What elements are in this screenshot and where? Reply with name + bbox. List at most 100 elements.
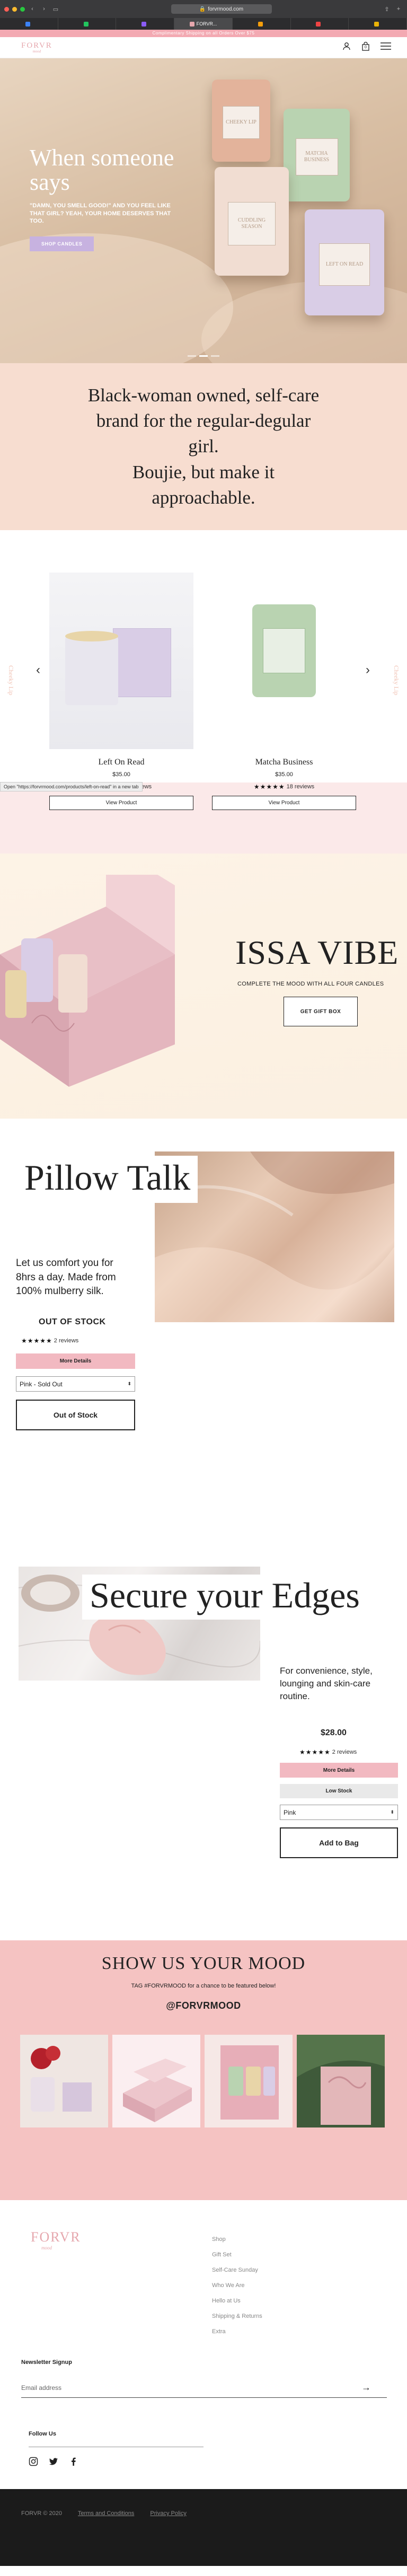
candle-cuddling-season: CUDDLING SEASON	[215, 167, 289, 276]
footer-link-self-care-sunday[interactable]: Self-Care Sunday	[212, 2267, 262, 2273]
footer-logo-subtext: mood	[41, 2245, 52, 2250]
announcement-bar: Complimentary Shipping on all Orders Ove…	[0, 30, 407, 37]
gift-box-section: ISSA VIBE COMPLETE THE MOOD WITH ALL FOU…	[0, 854, 407, 1119]
instagram-post[interactable]	[297, 2035, 385, 2127]
select-arrows-icon: ⬍	[127, 1381, 131, 1386]
footer-link-who-we-are[interactable]: Who We Are	[212, 2282, 262, 2289]
more-details-button[interactable]: More Details	[280, 1763, 398, 1778]
hero-banner: CHEEKY LIP MATCHA BUSINESS CUDDLING SEAS…	[0, 58, 407, 363]
facebook-icon[interactable]	[69, 2457, 78, 2469]
product-name[interactable]: Matcha Business	[212, 758, 356, 767]
logo-subtext: mood	[32, 49, 41, 54]
review-count[interactable]: 2 reviews	[54, 1338, 78, 1344]
more-details-button[interactable]: More Details	[16, 1353, 135, 1369]
back-icon[interactable]: ‹	[28, 6, 37, 12]
forward-icon[interactable]: ›	[40, 6, 48, 12]
hero-title: When someone says	[30, 145, 174, 196]
copyright: FORVR © 2020	[21, 2510, 62, 2517]
product-image[interactable]	[49, 573, 193, 749]
instagram-post[interactable]	[205, 2035, 293, 2127]
carousel-dot[interactable]	[188, 355, 196, 357]
select-arrows-icon: ⬍	[390, 1809, 394, 1815]
carousel-next-icon[interactable]: ›	[366, 663, 370, 678]
bag-icon[interactable]: 0	[361, 41, 370, 54]
shop-candles-button[interactable]: SHOP CANDLES	[30, 236, 94, 252]
newsletter-form: Email address →	[21, 2378, 387, 2398]
variant-select[interactable]: Pink - Sold Out ⬍	[16, 1376, 135, 1392]
newsletter-submit-arrow-icon[interactable]: →	[361, 2382, 371, 2393]
site-header: FORVR mood 0	[0, 37, 407, 58]
logo-text: FORVR	[21, 41, 52, 50]
sidebar-icon[interactable]: ▭	[51, 6, 60, 13]
product-card[interactable]: Left On Read $35.00 ★★★★★ 70 reviews Vie…	[49, 573, 193, 810]
instagram-post[interactable]	[112, 2035, 200, 2127]
get-gift-box-button[interactable]: GET GIFT BOX	[284, 997, 358, 1026]
site-footer: FORVR mood Shop Gift Set Self-Care Sunda…	[0, 2200, 407, 2566]
pillow-talk-title: Pillow Talk	[16, 1156, 198, 1203]
footer-link-shop[interactable]: Shop	[212, 2236, 262, 2243]
carousel-dot[interactable]	[211, 355, 219, 357]
instagram-post[interactable]	[20, 2035, 108, 2127]
product-jar-lid	[65, 631, 118, 641]
terms-link[interactable]: Terms and Conditions	[78, 2510, 134, 2517]
social-links	[29, 2457, 78, 2469]
variant-select[interactable]: Pink ⬍	[280, 1805, 398, 1820]
minimize-window-button[interactable]	[12, 6, 17, 12]
add-to-bag-button[interactable]: Add to Bag	[280, 1827, 398, 1858]
email-field[interactable]: Email address	[21, 2384, 61, 2392]
browser-tab[interactable]	[233, 18, 291, 30]
twitter-icon[interactable]	[49, 2457, 58, 2469]
carousel-prev-icon[interactable]: ‹	[36, 663, 40, 678]
footer-logo-text: FORVR	[31, 2229, 81, 2245]
new-tab-icon[interactable]: +	[394, 6, 403, 12]
gift-box-image[interactable]	[0, 854, 185, 1087]
browser-tab[interactable]: FORVR...	[174, 18, 233, 30]
favicon-icon	[258, 21, 263, 27]
mission-line-2: Boujie, but make it approachable.	[132, 461, 275, 508]
view-product-button[interactable]: View Product	[49, 796, 193, 810]
gift-box-title: ISSA VIBE	[235, 934, 399, 971]
product-jar-shape	[65, 636, 118, 705]
out-of-stock-button[interactable]: Out of Stock	[16, 1400, 135, 1430]
close-window-button[interactable]	[4, 6, 9, 12]
footer-link-shipping-returns[interactable]: Shipping & Returns	[212, 2313, 262, 2319]
browser-tab-label: FORVR...	[196, 21, 217, 27]
star-icons: ★★★★★	[253, 783, 285, 790]
footer-link-hello[interactable]: Hello at Us	[212, 2298, 262, 2304]
product-box-shape	[113, 628, 171, 697]
browser-tab[interactable]	[58, 18, 117, 30]
newsletter-label: Newsletter Signup	[21, 2359, 72, 2366]
footer-link-extra[interactable]: Extra	[212, 2328, 262, 2335]
gift-box-subtitle: COMPLETE THE MOOD WITH ALL FOUR CANDLES	[237, 981, 384, 987]
share-icon[interactable]: ⇪	[383, 6, 391, 13]
candle-matcha-business: MATCHA BUSINESS	[284, 109, 350, 201]
product-image[interactable]	[212, 573, 356, 749]
footer-logo[interactable]: FORVR mood	[31, 2229, 81, 2250]
instagram-handle[interactable]: @FORVRMOOD	[0, 2000, 407, 2011]
carousel-dots	[188, 355, 219, 357]
review-count[interactable]: 2 reviews	[332, 1749, 357, 1755]
product-name[interactable]: Left On Read	[49, 758, 193, 767]
product-price: $28.00	[321, 1728, 347, 1737]
carousel-dot[interactable]	[199, 355, 208, 357]
site-logo[interactable]: FORVR mood	[21, 41, 52, 54]
browser-tab[interactable]	[0, 18, 58, 30]
account-icon[interactable]	[342, 42, 351, 53]
browser-tab[interactable]	[291, 18, 349, 30]
product-price: $35.00	[275, 771, 293, 778]
candle-label: CUDDLING SEASON	[228, 201, 276, 245]
privacy-link[interactable]: Privacy Policy	[150, 2510, 186, 2517]
browser-tab[interactable]	[116, 18, 175, 30]
view-product-button[interactable]: View Product	[212, 796, 356, 810]
menu-icon[interactable]	[381, 42, 391, 52]
product-card[interactable]: Matcha Business $35.00 ★★★★★ 18 reviews …	[212, 573, 356, 810]
instagram-icon[interactable]	[29, 2457, 38, 2469]
product-rating: ★★★★★ 18 reviews	[212, 783, 356, 790]
mission-statement: Black-woman owned, self-care brand for t…	[0, 363, 407, 530]
footer-link-gift-set[interactable]: Gift Set	[212, 2252, 262, 2258]
review-count[interactable]: 18 reviews	[287, 784, 315, 790]
variant-select-value: Pink - Sold Out	[20, 1380, 63, 1388]
browser-tab[interactable]	[349, 18, 407, 30]
address-bar[interactable]: 🔒 forvrmood.com	[171, 4, 272, 14]
maximize-window-button[interactable]	[20, 6, 25, 12]
